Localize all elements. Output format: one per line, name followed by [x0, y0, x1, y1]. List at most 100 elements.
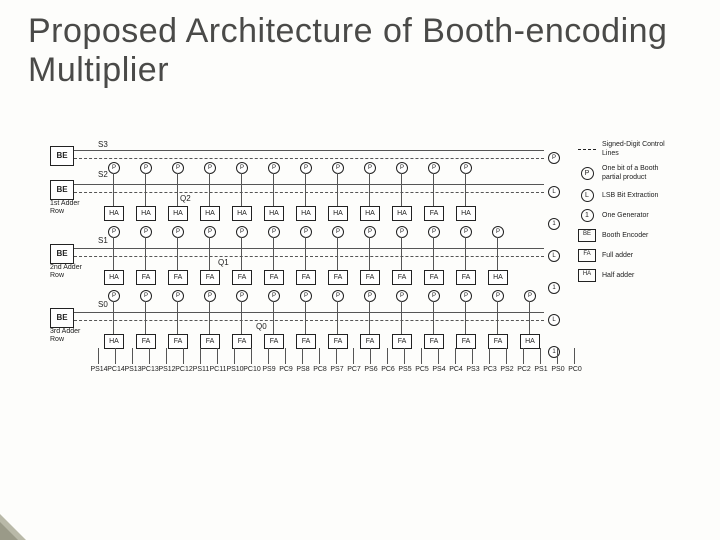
- full-adder-cell: FA: [424, 270, 444, 285]
- circle-p-icon: P: [578, 166, 596, 180]
- wire: [234, 348, 235, 364]
- wire: [273, 237, 274, 270]
- legend-row: L LSB Bit Extraction: [578, 188, 670, 202]
- marker-p: P: [172, 290, 184, 302]
- wire: [113, 173, 114, 206]
- wire: [465, 237, 466, 270]
- marker-p: P: [236, 162, 248, 174]
- wire: [421, 348, 422, 364]
- full-adder-cell: FA: [328, 270, 348, 285]
- wire: [369, 301, 370, 334]
- wire: [337, 301, 338, 334]
- marker-l: L: [548, 314, 560, 326]
- wire: [145, 173, 146, 206]
- wire: [370, 348, 371, 364]
- full-adder-cell: FA: [360, 270, 380, 285]
- marker-l: L: [548, 250, 560, 262]
- corner-decoration-icon: [0, 522, 18, 540]
- wire: [273, 173, 274, 206]
- marker-p: P: [236, 226, 248, 238]
- marker-p: P: [332, 162, 344, 174]
- legend-row: 1 One Generator: [578, 208, 670, 222]
- marker-p: P: [300, 226, 312, 238]
- marker-p: P: [204, 226, 216, 238]
- wire: [241, 173, 242, 206]
- marker-p: P: [396, 162, 408, 174]
- marker-p: P: [140, 290, 152, 302]
- row-label: 3rd Adder Row: [50, 328, 94, 343]
- marker-p: P: [236, 290, 248, 302]
- marker-p: P: [364, 162, 376, 174]
- legend-text: Signed-Digit Control Lines: [602, 140, 670, 158]
- wire: [217, 348, 218, 364]
- legend-text: LSB Bit Extraction: [602, 191, 670, 200]
- wire: [472, 348, 473, 364]
- marker-l: L: [548, 186, 560, 198]
- signal-label: S2: [98, 170, 108, 179]
- wire: [74, 150, 544, 151]
- wire: [209, 237, 210, 270]
- marker-1: 1: [548, 282, 560, 294]
- wire: [401, 237, 402, 270]
- booth-encoder-block: BE: [50, 180, 74, 200]
- wire: [433, 173, 434, 206]
- marker-p: P: [204, 162, 216, 174]
- half-adder-cell: HA: [200, 206, 220, 221]
- marker-p: P: [300, 162, 312, 174]
- marker-p: P: [524, 290, 536, 302]
- wire: [132, 348, 133, 364]
- signal-label: Q2: [180, 194, 191, 203]
- marker-p: P: [268, 226, 280, 238]
- half-adder-cell: HA: [168, 206, 188, 221]
- wire: [149, 348, 150, 364]
- half-adder-cell: HA: [104, 270, 124, 285]
- legend-text: Booth Encoder: [602, 231, 670, 240]
- full-adder-cell: FA: [456, 334, 476, 349]
- wire: [529, 301, 530, 334]
- wire: [438, 348, 439, 364]
- wire: [353, 348, 354, 364]
- full-adder-cell: FA: [488, 334, 508, 349]
- wire: [273, 301, 274, 334]
- ha-box-icon: HA: [578, 268, 596, 282]
- marker-1: 1: [548, 346, 560, 358]
- wire: [497, 301, 498, 334]
- booth-encoder-block: BE: [50, 146, 74, 166]
- marker-p: P: [428, 226, 440, 238]
- half-adder-cell: HA: [456, 206, 476, 221]
- full-adder-cell: FA: [232, 334, 252, 349]
- marker-p: P: [548, 152, 560, 164]
- marker-p: P: [428, 290, 440, 302]
- wire: [305, 237, 306, 270]
- signal-label: S1: [98, 236, 108, 245]
- wire: [115, 348, 116, 364]
- half-adder-cell: HA: [392, 206, 412, 221]
- circle-l-icon: L: [578, 188, 596, 202]
- full-adder-cell: FA: [168, 334, 188, 349]
- wire: [268, 348, 269, 364]
- marker-p: P: [140, 162, 152, 174]
- half-adder-cell: HA: [488, 270, 508, 285]
- full-adder-cell: FA: [296, 334, 316, 349]
- legend-text: One bit of a Booth partial product: [602, 164, 670, 182]
- wire: [336, 348, 337, 364]
- wire: [113, 301, 114, 334]
- full-adder-cell: FA: [264, 270, 284, 285]
- fa-box-icon: FA: [578, 248, 596, 262]
- wire: [285, 348, 286, 364]
- circle-1-icon: 1: [578, 208, 596, 222]
- full-adder-cell: FA: [392, 334, 412, 349]
- wire: [540, 348, 541, 364]
- marker-p: P: [140, 226, 152, 238]
- slide: Proposed Architecture of Booth-encoding …: [0, 0, 720, 540]
- wire: [145, 237, 146, 270]
- wire: [200, 348, 201, 364]
- half-adder-cell: HA: [136, 206, 156, 221]
- wire: [455, 348, 456, 364]
- slide-title: Proposed Architecture of Booth-encoding …: [28, 12, 680, 90]
- marker-p: P: [268, 290, 280, 302]
- full-adder-cell: FA: [392, 270, 412, 285]
- dashed-line-icon: [578, 142, 596, 156]
- wire: [369, 237, 370, 270]
- wire: [209, 173, 210, 206]
